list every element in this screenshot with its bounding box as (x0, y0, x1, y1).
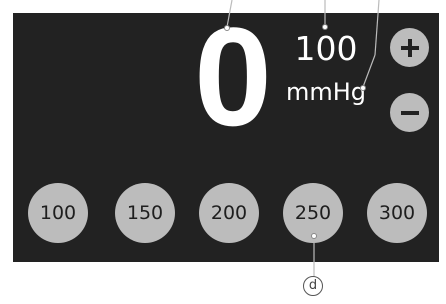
preset-button-250[interactable]: 250 (283, 183, 343, 243)
minus-icon (400, 110, 419, 115)
increase-button[interactable] (390, 28, 429, 67)
callout-label-d: d (303, 276, 323, 296)
current-pressure-value: 0 (194, 0, 272, 155)
preset-button-200[interactable]: 200 (199, 183, 259, 243)
pressure-unit: mmHg (285, 78, 367, 106)
preset-button-150[interactable]: 150 (115, 183, 175, 243)
decrease-button[interactable] (390, 93, 429, 132)
setpoint-value: 100 (294, 29, 358, 68)
plus-icon (400, 38, 419, 57)
preset-button-300[interactable]: 300 (367, 183, 427, 243)
preset-button-100[interactable]: 100 (28, 183, 88, 243)
